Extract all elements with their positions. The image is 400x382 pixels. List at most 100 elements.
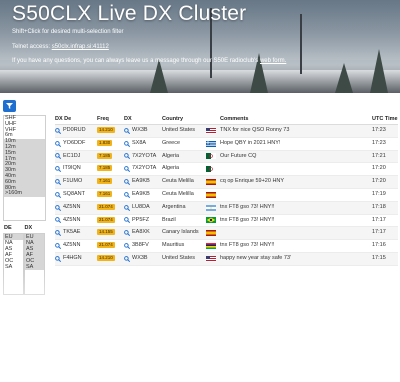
spots-table: DX De Freq DX Country Comments UTC Time … (55, 114, 398, 266)
country-cell: Canary Islands (162, 229, 199, 236)
comment-cell (220, 189, 372, 201)
spotter-call[interactable]: YO6DDF (63, 138, 85, 150)
magnifier-icon[interactable] (55, 153, 61, 160)
utc-cell: 17:21 (372, 152, 386, 159)
table-row: F4HGN 14.210 WX3B United States happy new ye… (55, 252, 398, 266)
spotter-cell: SQ8ANT (55, 189, 97, 201)
magnifier-icon[interactable] (124, 140, 130, 147)
spotter-call[interactable]: 4Z5NN (63, 202, 80, 214)
spotter-call[interactable]: 4Z5NN (63, 215, 80, 227)
magnifier-icon[interactable] (124, 256, 130, 262)
magnifier-icon[interactable] (124, 217, 130, 224)
magnifier-icon[interactable] (55, 256, 61, 262)
freq-badge: 1.830 (97, 139, 113, 146)
utc-cell: 17:15 (372, 254, 386, 261)
dx-cell: 7X2YOTA (124, 163, 162, 175)
comment-cell: tnx FT8 gso 73! HNY!! (220, 216, 275, 223)
telnet-info: Telnet access: s50clx.infrap.si:41112 (12, 44, 109, 50)
flag-icon (206, 253, 220, 265)
spotter-call[interactable]: SQ8ANT (63, 189, 85, 201)
freq-cell: 1.830 (97, 138, 124, 150)
dx-cell: PP5FZ (124, 215, 162, 227)
freq-cell: 14.210 (97, 253, 124, 265)
dx-cell: SX8A (124, 138, 162, 150)
page-subtitle: Shift+Click for desired multi-selection … (12, 29, 124, 35)
spotter-call[interactable]: TK5AE (63, 227, 80, 239)
dx-cell: EA8XK (124, 227, 162, 239)
dx-cell: EA9KB (124, 176, 162, 188)
magnifier-icon[interactable] (124, 153, 130, 160)
col-utc-time[interactable]: UTC Time (372, 114, 398, 124)
comment-cell: tnx FT8 gso 73! HNY!! (220, 203, 275, 210)
freq-badge: 21.074 (97, 203, 115, 210)
country-cell: United States (162, 254, 196, 261)
col-country[interactable]: Country (162, 114, 206, 124)
freq-badge: 7.161 (97, 190, 113, 197)
band-filter-list[interactable]: SHF UHF VHF 6m 10m 12m 15m 17m 20m 30m 40m 60m 80m >1… (3, 115, 46, 221)
spotter-call[interactable]: EC1DJ (63, 151, 80, 163)
magnifier-icon[interactable] (124, 204, 130, 211)
spotter-call[interactable]: PD0RUD (63, 125, 86, 137)
country-cell: Ceuta Melilla (162, 178, 194, 185)
spotter-call[interactable]: F1UMO (63, 176, 82, 188)
col-freq[interactable]: Freq (97, 114, 124, 124)
dx-call[interactable]: 7X2YOTA (132, 163, 156, 175)
dx-call[interactable]: 3B8FV (132, 240, 149, 252)
dx-call[interactable]: WX3B (132, 253, 148, 265)
flag-icon (206, 215, 220, 227)
col-comments[interactable]: Comments (220, 114, 372, 124)
dx-region-label: DX (24, 225, 33, 231)
dx-call[interactable]: LU8DA (132, 202, 150, 214)
dx-call[interactable]: 7X2YOTA (132, 151, 156, 163)
utc-cell: 17:23 (372, 127, 386, 133)
magnifier-icon[interactable] (124, 243, 130, 250)
dx-call[interactable]: EA8XK (132, 227, 150, 239)
region-headers: DE DX (3, 225, 44, 231)
band-option[interactable]: >160m (4, 191, 45, 198)
dx-call[interactable]: PP5FZ (132, 215, 149, 227)
flag-icon (206, 125, 220, 137)
magnifier-icon[interactable] (55, 230, 61, 237)
magnifier-icon[interactable] (55, 243, 61, 250)
magnifier-icon[interactable] (124, 192, 130, 198)
filter-button[interactable] (3, 100, 16, 112)
magnifier-icon[interactable] (55, 204, 61, 211)
freq-cell: 14.155 (97, 227, 124, 239)
freq-cell: 7.161 (97, 189, 124, 201)
spotter-cell: TK5AE (55, 227, 97, 239)
flag-icon (206, 151, 220, 163)
freq-badge: 7.161 (97, 178, 113, 185)
spotter-cell: IT9IQN (55, 163, 97, 175)
flag-icon (206, 176, 220, 188)
contact-text: If you have any questions, you can alway… (12, 58, 260, 64)
telnet-link[interactable]: s50clx.infrap.si:41112 (52, 44, 109, 50)
magnifier-icon[interactable] (124, 179, 130, 186)
magnifier-icon[interactable] (124, 230, 130, 237)
magnifier-icon[interactable] (55, 217, 61, 224)
magnifier-icon[interactable] (124, 128, 130, 134)
dx-call[interactable]: WX3B (132, 125, 148, 137)
col-dx-de[interactable]: DX De (55, 114, 97, 124)
magnifier-icon[interactable] (55, 128, 61, 134)
dx-call[interactable]: SX8A (132, 138, 146, 150)
flag-icon (206, 240, 220, 252)
col-dx[interactable]: DX (124, 114, 162, 124)
spotter-call[interactable]: F4HGN (63, 253, 82, 265)
dx-call[interactable]: EA9KB (132, 189, 150, 201)
magnifier-icon[interactable] (55, 179, 61, 186)
flag-icon (206, 202, 220, 214)
spotter-call[interactable]: 4Z5NN (63, 240, 80, 252)
magnifier-icon[interactable] (55, 192, 61, 198)
comment-cell: cq op Enrique 59+20 HNY (220, 178, 285, 185)
magnifier-icon[interactable] (55, 166, 61, 173)
country-cell: Algeria (162, 165, 180, 172)
region-option[interactable]: SA (25, 264, 44, 270)
web-form-link[interactable]: web form. (260, 58, 286, 64)
region-option[interactable]: SA (4, 264, 23, 270)
spotter-call[interactable]: IT9IQN (63, 163, 81, 175)
magnifier-icon[interactable] (55, 140, 61, 147)
tree-decoration (335, 63, 353, 93)
bottom-fade-overlay (0, 272, 400, 382)
magnifier-icon[interactable] (124, 166, 130, 173)
dx-call[interactable]: EA9KB (132, 176, 150, 188)
